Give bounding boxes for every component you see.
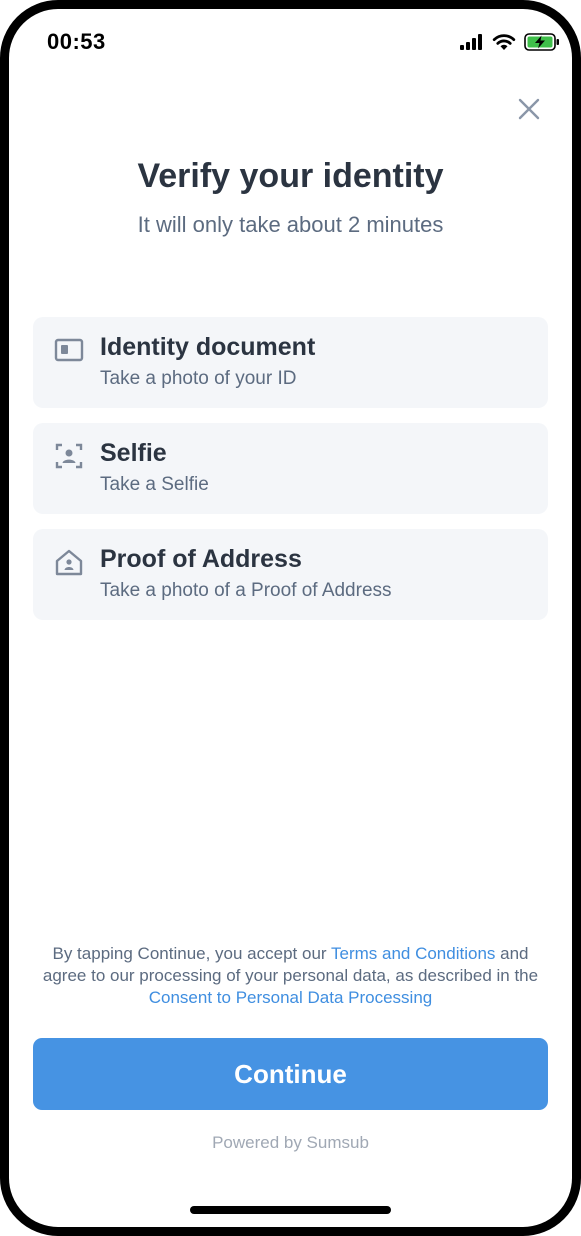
step-subtitle: Take a photo of your ID: [100, 368, 297, 389]
close-icon: [518, 98, 540, 120]
step-title: Identity document: [100, 333, 316, 361]
status-time: 00:53: [47, 29, 106, 54]
id-card-icon: [54, 338, 84, 362]
step-subtitle: Take a photo of a Proof of Address: [100, 580, 392, 601]
close-button[interactable]: [515, 95, 543, 123]
phone-frame: 00:53 Verify your identity It will only …: [0, 0, 581, 1236]
legal-notice: By tapping Continue, you accept our Term…: [29, 943, 552, 1009]
continue-button[interactable]: Continue: [33, 1038, 548, 1110]
house-icon: [55, 549, 83, 576]
step-identity-document: Identity document Take a photo of your I…: [33, 317, 548, 408]
step-title: Selfie: [100, 439, 167, 467]
step-selfie: Selfie Take a Selfie: [33, 423, 548, 514]
selfie-icon: [55, 443, 83, 469]
page-subtitle: It will only take about 2 minutes: [137, 212, 444, 237]
powered-by: Powered by Sumsub: [212, 1133, 369, 1152]
cellular-signal-icon: [460, 34, 482, 50]
screen: 00:53 Verify your identity It will only …: [9, 9, 572, 1227]
consent-link[interactable]: Consent to Personal Data Processing: [149, 988, 433, 1007]
battery-charging-icon: [524, 33, 559, 51]
status-icons: [460, 33, 560, 51]
terms-link[interactable]: Terms and Conditions: [331, 944, 495, 963]
page-title: Verify your identity: [137, 157, 444, 195]
step-proof-of-address: Proof of Address Take a photo of a Proof…: [33, 529, 548, 620]
home-indicator: [190, 1206, 391, 1214]
wifi-icon: [492, 34, 516, 50]
step-subtitle: Take a Selfie: [100, 474, 209, 495]
legal-text: By tapping Continue, you accept our: [52, 944, 331, 963]
step-title: Proof of Address: [100, 545, 302, 573]
